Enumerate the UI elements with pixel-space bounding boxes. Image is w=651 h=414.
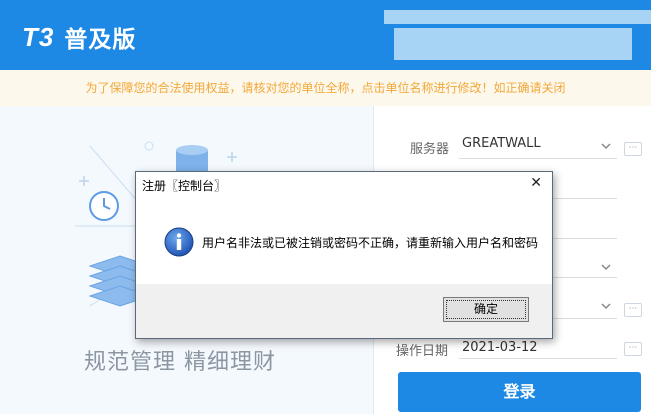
- logo-mark: T3: [22, 21, 55, 52]
- field-underline: [459, 358, 617, 359]
- clock-icon: [89, 191, 119, 221]
- product-name: 普及版: [64, 27, 137, 53]
- more-options-button[interactable]: ···: [624, 303, 642, 317]
- calendar-button[interactable]: ···: [624, 342, 642, 356]
- chevron-down-icon[interactable]: [600, 141, 612, 151]
- ok-button[interactable]: 确定: [443, 297, 529, 322]
- chevron-down-icon[interactable]: [600, 301, 612, 311]
- date-label: 操作日期: [396, 344, 449, 359]
- server-label: 服务器: [410, 142, 450, 157]
- dialog-title: 注册〖控制台〗: [142, 179, 227, 193]
- redacted-area: [394, 28, 632, 60]
- dialog-body: 用户名非法或已被注销或密码不正确，请重新输入用户名和密码: [136, 198, 552, 284]
- redacted-area: [384, 10, 651, 24]
- dialog-footer: 确定: [136, 284, 552, 338]
- notice-bar[interactable]: 为了保障您的合法使用权益，请核对您的单位全称，点击单位名称进行修改！如正确请关闭: [0, 70, 651, 106]
- field-underline: [459, 158, 617, 159]
- date-field[interactable]: 2021-03-12: [462, 340, 538, 355]
- close-icon[interactable]: ✕: [530, 175, 542, 191]
- dialog-titlebar[interactable]: 注册〖控制台〗 ✕: [136, 172, 552, 198]
- more-options-button[interactable]: ···: [624, 142, 642, 156]
- chevron-down-icon[interactable]: [600, 262, 612, 272]
- dialog-message: 用户名非法或已被注销或密码不正确，请重新输入用户名和密码: [202, 236, 539, 250]
- info-icon: [164, 227, 194, 257]
- server-select[interactable]: GREATWALL: [462, 136, 541, 151]
- slogan: 规范管理 精细理财: [84, 350, 276, 375]
- product-logo: T3 普及版: [22, 20, 136, 54]
- app-header: T3 普及版: [0, 0, 651, 70]
- login-button[interactable]: 登录: [398, 372, 641, 412]
- error-dialog: 注册〖控制台〗 ✕ 用户名非法或已被注销或密码不正确，请重新输入用户名和密码 确…: [135, 171, 553, 339]
